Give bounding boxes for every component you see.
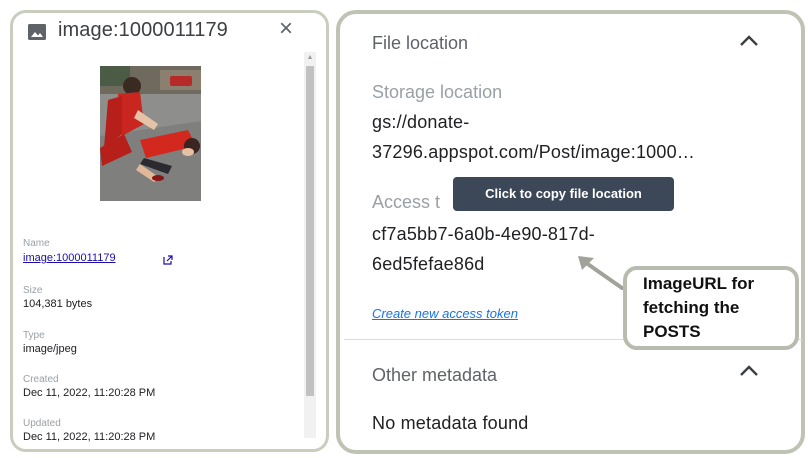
scrollbar-thumb[interactable] xyxy=(306,66,314,396)
chevron-up-icon[interactable] xyxy=(738,34,760,48)
access-token-value-line1[interactable]: cf7a5bb7-6a0b-4e90-817d- xyxy=(372,219,595,249)
updated-label: Updated xyxy=(23,418,61,429)
access-token-label: Access t xyxy=(372,192,441,212)
annotation-text: ImageURL for fetching the POSTS xyxy=(643,272,793,344)
name-link[interactable]: image:1000011179 xyxy=(23,252,116,264)
storage-location-label: Storage location xyxy=(372,82,503,102)
annotation-line: ImageURL for xyxy=(643,274,755,293)
file-title: image:1000011179 xyxy=(58,19,228,41)
create-access-token-link[interactable]: Create new access token xyxy=(372,306,518,321)
type-label: Type xyxy=(23,330,45,341)
image-preview[interactable] xyxy=(100,66,201,201)
storage-location-value-line2[interactable]: 37296.appspot.com/Post/image:1000… xyxy=(372,137,695,167)
other-metadata-heading: Other metadata xyxy=(372,365,498,385)
annotation-line: fetching the xyxy=(643,298,740,317)
created-label: Created xyxy=(23,374,59,385)
chevron-up-icon[interactable] xyxy=(738,364,760,378)
image-icon xyxy=(28,24,46,40)
size-label: Size xyxy=(23,285,43,296)
external-link-icon[interactable] xyxy=(162,254,174,266)
access-token-value-line2[interactable]: 6ed5fefae86d xyxy=(372,249,485,279)
created-value: Dec 11, 2022, 11:20:28 PM xyxy=(23,387,156,399)
close-icon[interactable]: × xyxy=(273,16,299,42)
scroll-up-icon[interactable]: ▲ xyxy=(304,52,316,64)
storage-location-value-line1[interactable]: gs://donate- xyxy=(372,107,469,137)
name-label: Name xyxy=(23,238,50,249)
file-location-heading: File location xyxy=(372,33,469,53)
annotation-line: POSTS xyxy=(643,322,701,341)
size-value: 104,381 bytes xyxy=(23,298,93,310)
arrow-icon xyxy=(578,256,624,290)
no-metadata-text: No metadata found xyxy=(372,413,529,433)
updated-value: Dec 11, 2022, 11:20:28 PM xyxy=(23,431,156,443)
type-value: image/jpeg xyxy=(23,343,77,355)
copy-location-tooltip: Click to copy file location xyxy=(453,177,674,211)
